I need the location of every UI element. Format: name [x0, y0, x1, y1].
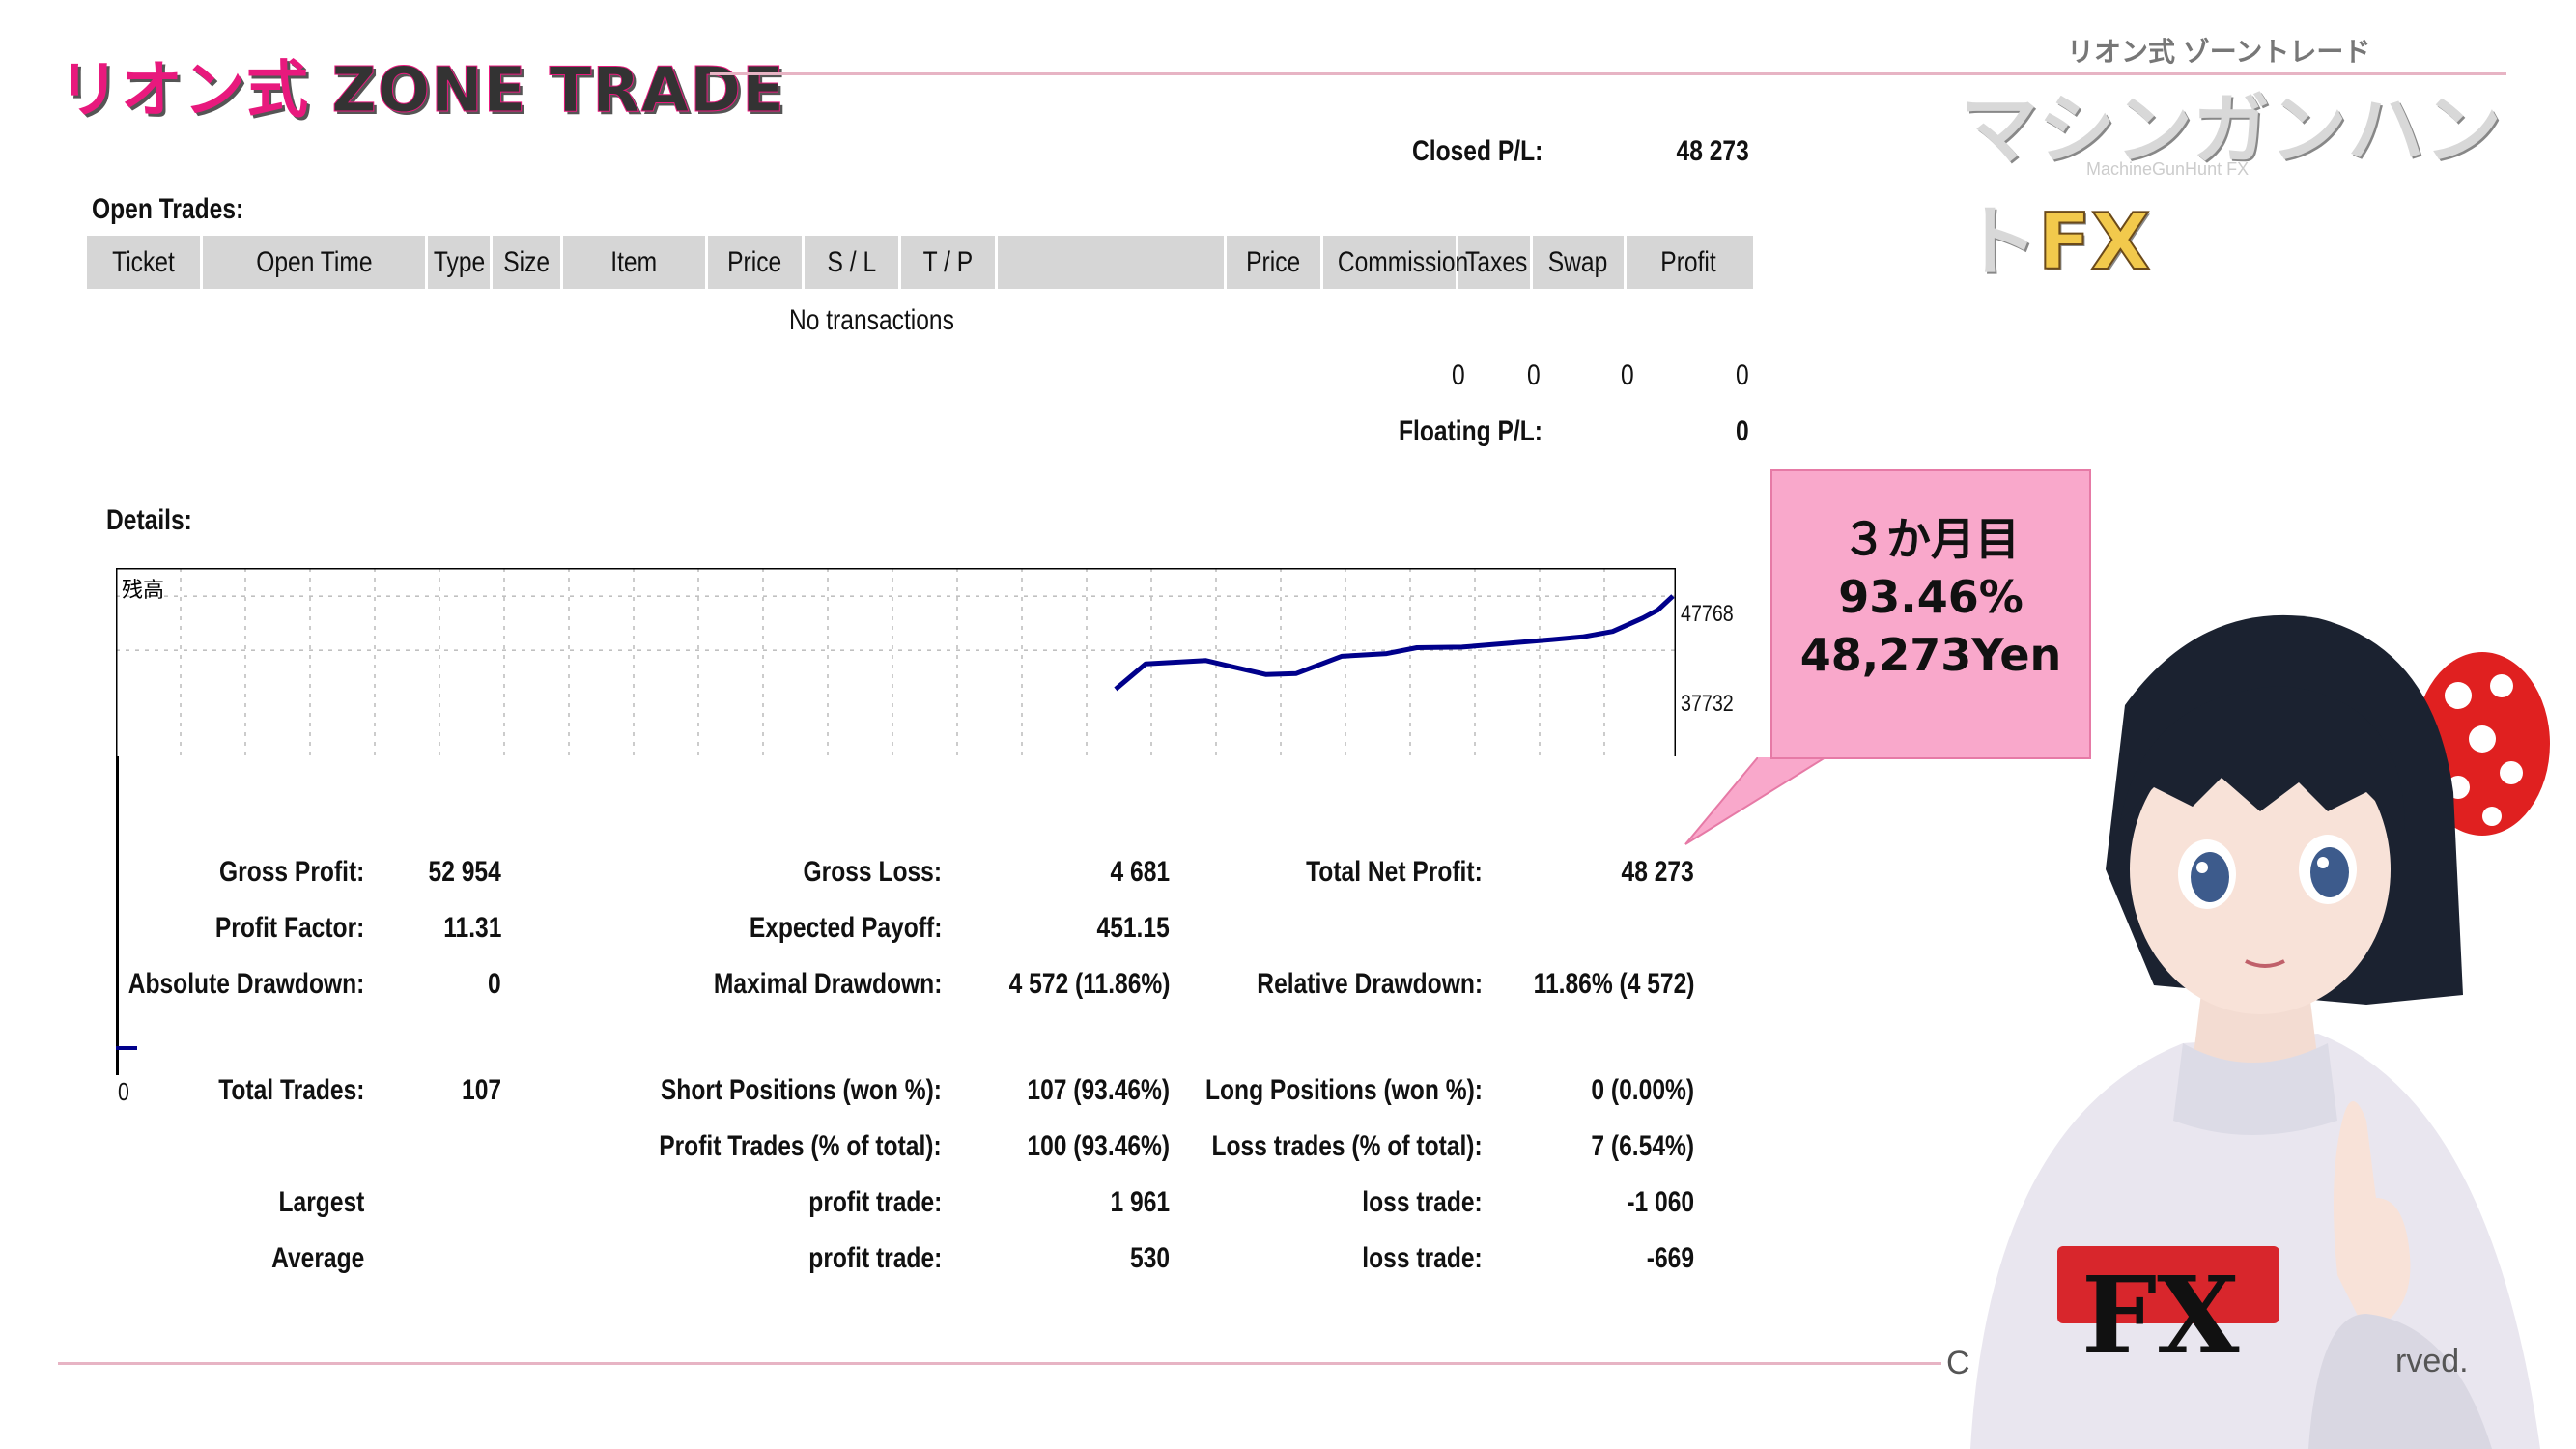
- bottom-divider: [58, 1362, 1941, 1365]
- balance-series-line: [1114, 594, 1675, 692]
- copyright-fragment: C: [1946, 1345, 1970, 1381]
- total-commission: 0: [1452, 359, 1465, 391]
- average-loss-label: loss trade:: [1362, 1242, 1483, 1274]
- largest-profit-label: profit trade:: [807, 1186, 942, 1218]
- details-title: Details:: [106, 504, 192, 536]
- profit-factor-label: Profit Factor:: [214, 912, 364, 944]
- gross-profit-label: Gross Profit:: [218, 856, 364, 888]
- y-tick-label-37732: 37732: [1681, 691, 1734, 717]
- loss-trades-label: Loss trades (% of total):: [1211, 1130, 1483, 1162]
- rights-fragment: rved.: [2395, 1343, 2469, 1379]
- profit-trades-label: Profit Trades (% of total):: [659, 1130, 942, 1162]
- expected-payoff-label: Expected Payoff:: [749, 912, 942, 944]
- gross-loss-label: Gross Loss:: [803, 856, 942, 888]
- expected-payoff-value: 451.15: [1096, 912, 1170, 944]
- total-net-profit-value: 48 273: [1621, 856, 1694, 888]
- col-ticket: Ticket: [87, 236, 203, 289]
- col-profit: Profit: [1660, 246, 1716, 278]
- logo-fx-text: FX: [2037, 196, 2151, 288]
- chart-corner-label: 残高: [122, 579, 164, 603]
- no-transactions-text: No transactions: [789, 304, 954, 336]
- profit-trades-value: 100 (93.46%): [1027, 1130, 1170, 1162]
- largest-label: Largest: [278, 1186, 364, 1218]
- profit-factor-value: 11.31: [442, 912, 501, 944]
- col-price-2: Price: [1227, 236, 1323, 289]
- relative-drawdown-label: Relative Drawdown:: [1257, 968, 1483, 1000]
- col-price: Price: [708, 236, 805, 289]
- loss-trades-value: 7 (6.54%): [1591, 1130, 1694, 1162]
- bubble-tail: [1684, 757, 1827, 845]
- right-logo-sub: MachineGunHunt FX: [2086, 159, 2250, 179]
- col-taxes: Taxes: [1458, 236, 1533, 289]
- chart-axis-marker: [116, 1046, 137, 1050]
- absolute-drawdown-label: Absolute Drawdown:: [127, 968, 364, 1000]
- col-tp: T / P: [901, 236, 998, 289]
- largest-loss-value: -1 060: [1627, 1186, 1694, 1218]
- right-logo-small: リオン式 ゾーントレード: [2067, 37, 2371, 67]
- floating-pl-label: Floating P/L:: [1399, 415, 1543, 447]
- balance-chart: 残高: [116, 568, 1676, 756]
- total-taxes: 0: [1527, 359, 1541, 391]
- long-positions-label: Long Positions (won %):: [1205, 1074, 1483, 1106]
- average-profit-label: profit trade:: [807, 1242, 942, 1274]
- total-profit: 0: [1736, 359, 1749, 391]
- closed-pl-label: Closed P/L:: [1412, 135, 1543, 167]
- callout-month: ３か月目: [1842, 513, 2020, 565]
- logo-main-text: リオン式: [58, 55, 309, 127]
- col-swap: Swap: [1533, 236, 1627, 289]
- largest-profit-value: 1 961: [1110, 1186, 1170, 1218]
- short-positions-label: Short Positions (won %):: [660, 1074, 942, 1106]
- short-positions-value: 107 (93.46%): [1027, 1074, 1170, 1106]
- col-size: Size: [493, 236, 563, 289]
- col-blank: [998, 236, 1227, 289]
- machinegun-hunt-logo: マシンガンハントFX: [1961, 68, 2576, 292]
- total-trades-value: 107: [461, 1074, 501, 1106]
- open-trades-title: Open Trades:: [92, 193, 244, 225]
- mascot-character-illustration: FX: [1970, 614, 2550, 1449]
- col-commission: Commission: [1323, 236, 1468, 289]
- col-open-time: Open Time: [203, 236, 428, 289]
- total-trades-label: Total Trades:: [217, 1074, 364, 1106]
- svg-text:FX: FX: [2081, 1253, 2240, 1378]
- chart-grid: [116, 568, 1676, 756]
- col-type: Type: [428, 236, 493, 289]
- largest-loss-label: loss trade:: [1362, 1186, 1483, 1218]
- total-net-profit-label: Total Net Profit:: [1306, 856, 1483, 888]
- gross-profit-value: 52 954: [428, 856, 501, 888]
- chart-axis-extension: [116, 756, 119, 1075]
- floating-pl-value: 0: [1736, 415, 1749, 447]
- gross-loss-value: 4 681: [1110, 856, 1170, 888]
- relative-drawdown-value: 11.86% (4 572): [1533, 968, 1694, 1000]
- logo-trade-text: ZONE TRADE: [331, 55, 785, 128]
- long-positions-value: 0 (0.00%): [1591, 1074, 1694, 1106]
- col-sl: S / L: [805, 236, 901, 289]
- average-label: Average: [270, 1242, 364, 1274]
- y-tick-label-47768: 47768: [1681, 601, 1734, 627]
- maximal-drawdown-value: 4 572 (11.86%): [1008, 968, 1170, 1000]
- maximal-drawdown-label: Maximal Drawdown:: [713, 968, 942, 1000]
- average-profit-value: 530: [1129, 1242, 1170, 1274]
- closed-pl-value: 48 273: [1676, 135, 1749, 167]
- average-loss-value: -669: [1646, 1242, 1694, 1274]
- absolute-drawdown-value: 0: [488, 968, 501, 1000]
- col-item: Item: [563, 236, 708, 289]
- total-swap: 0: [1621, 359, 1634, 391]
- open-trades-header: Ticket Open Time Type Size Item Price S …: [87, 236, 1753, 289]
- chart-axis-zero-label: 0: [118, 1077, 129, 1106]
- zone-trade-logo: リオン式 ZONE TRADE: [58, 41, 785, 129]
